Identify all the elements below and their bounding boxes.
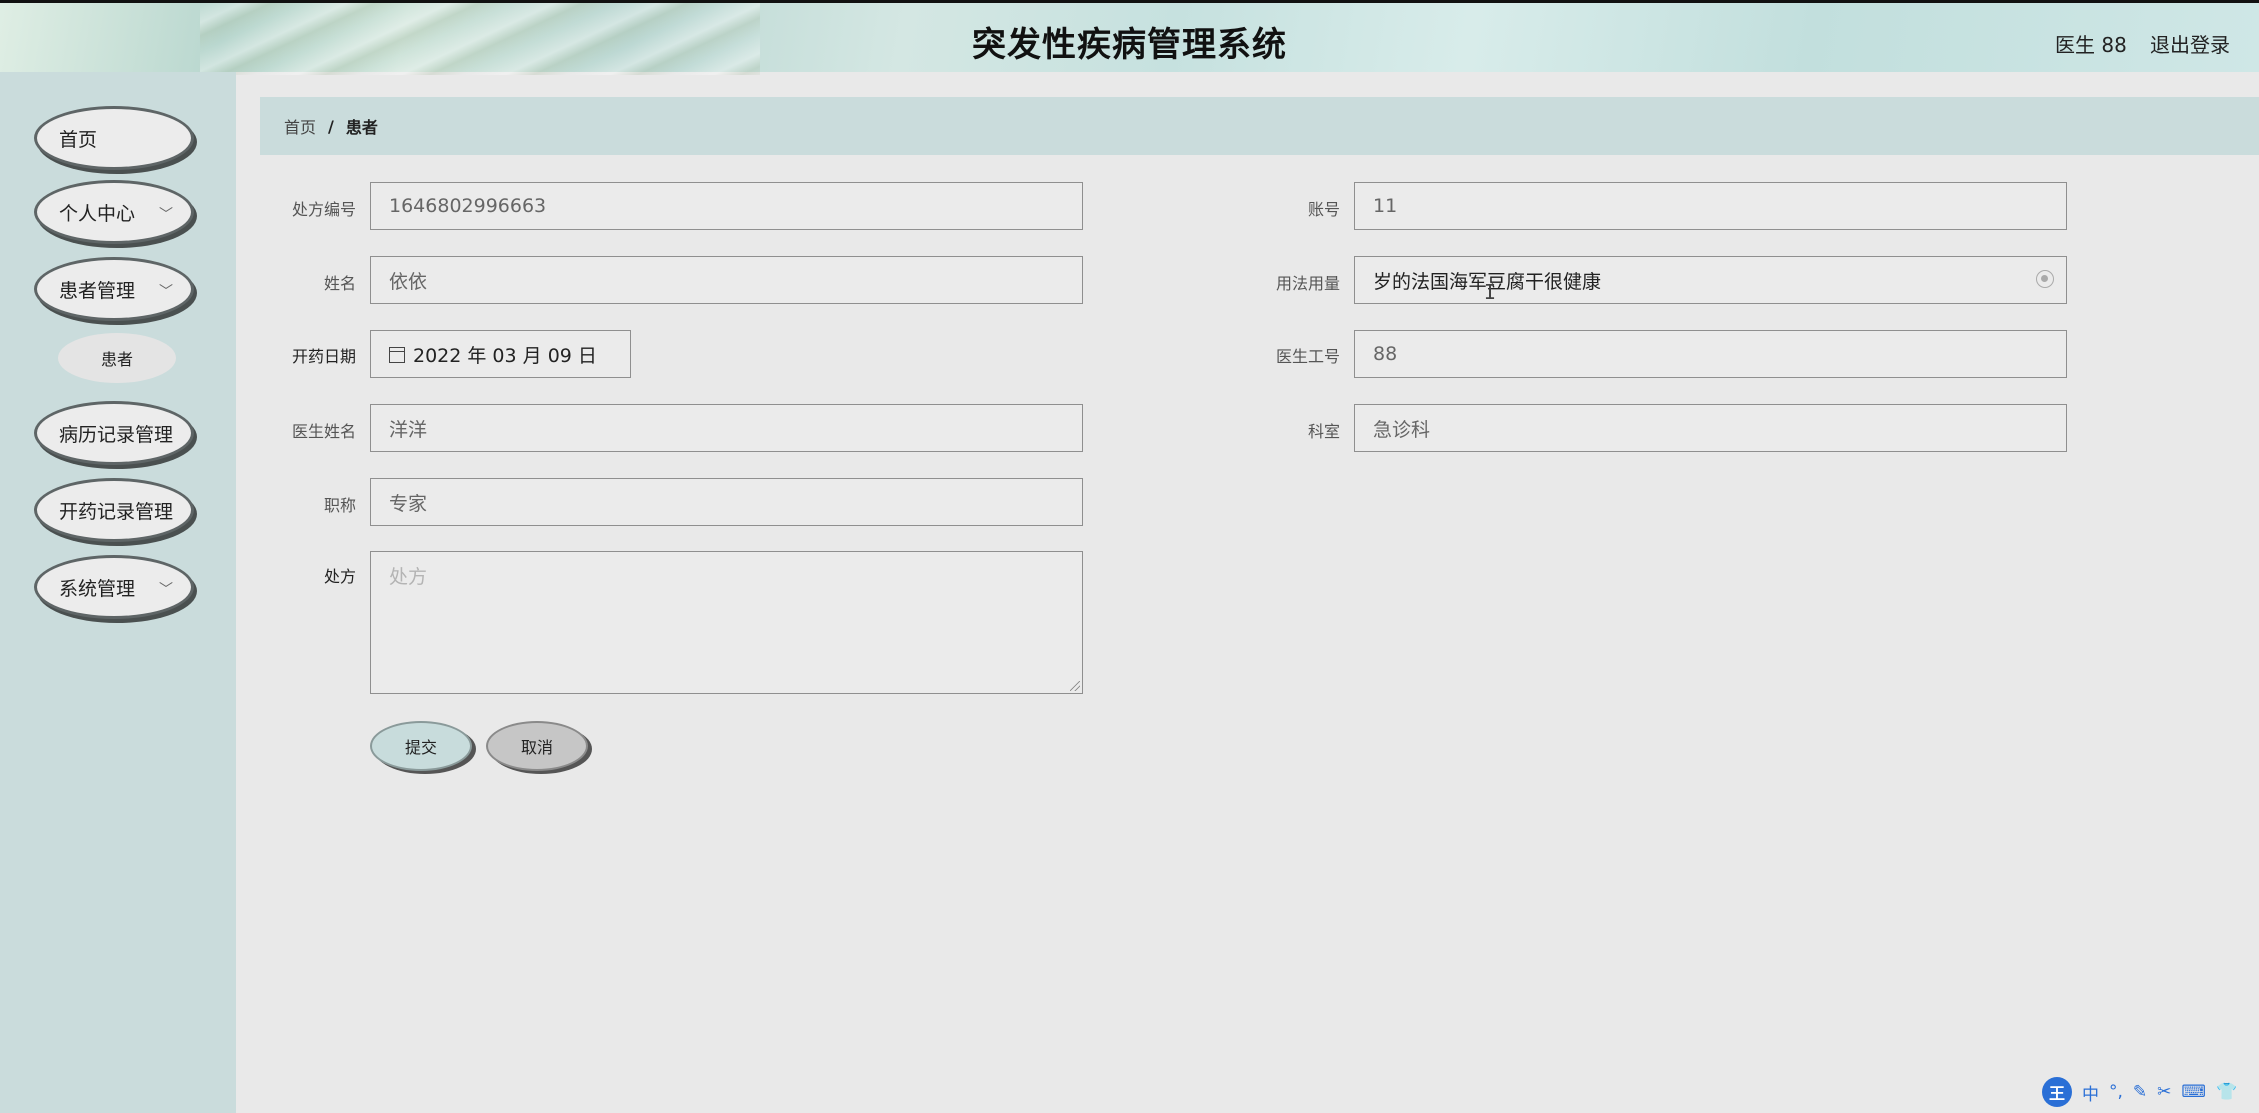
usage-field[interactable]: 岁的法国海军豆腐干很健康 <box>1354 256 2067 304</box>
ime-toolbar: 王 中 °, ✎ ✂ ⌨ 👕 <box>2042 1077 2237 1107</box>
chevron-down-icon: ﹀ <box>159 582 173 598</box>
usage-label: 用法用量 <box>1275 274 1340 293</box>
submit-button[interactable]: 提交 <box>370 721 472 771</box>
job-title-field[interactable]: 专家 <box>370 478 1083 526</box>
sidebar-item-medical-records[interactable]: 病历记录管理 <box>34 401 194 465</box>
sidebar-item-label: 患者管理 <box>59 279 136 302</box>
name-field[interactable]: 依依 <box>370 256 1083 304</box>
doctor-name-label: 医生姓名 <box>291 422 356 441</box>
date-label: 开药日期 <box>291 347 356 366</box>
breadcrumb-home[interactable]: 首页 <box>284 114 316 138</box>
prescription-no-field[interactable]: 1646802996663 <box>370 182 1083 230</box>
department-label: 科室 <box>1307 422 1340 441</box>
doctor-id-field[interactable]: 88 <box>1354 330 2067 378</box>
date-picker[interactable]: 2022 年 03 月 09 日 <box>370 330 631 378</box>
name-label: 姓名 <box>323 274 356 293</box>
breadcrumb-current: 患者 <box>345 118 378 137</box>
breadcrumb: 首页 / 患者 <box>260 97 2259 155</box>
prescription-placeholder: 处方 <box>389 566 428 588</box>
department-field[interactable]: 急诊科 <box>1354 404 2067 452</box>
sidebar-item-patient-management[interactable]: 患者管理 ﹀ <box>34 257 194 321</box>
sidebar-item-label: 首页 <box>59 128 98 151</box>
breadcrumb-separator: / <box>328 116 334 136</box>
chevron-down-icon: ﹀ <box>159 284 173 300</box>
sidebar-item-prescription-records[interactable]: 开药记录管理 <box>34 478 194 542</box>
date-value: 2022 年 03 月 09 日 <box>413 344 597 367</box>
ime-logo-icon[interactable]: 王 <box>2042 1077 2072 1107</box>
sidebar-item-label: 开药记录管理 <box>59 500 174 523</box>
scissors-icon[interactable]: ✂ <box>2157 1082 2171 1102</box>
resize-grip-icon[interactable] <box>1070 681 1080 691</box>
punctuation-icon[interactable]: °, <box>2109 1082 2123 1102</box>
doctor-name-field[interactable]: 洋洋 <box>370 404 1083 452</box>
chevron-down-icon: ﹀ <box>159 207 173 223</box>
sidebar-item-system-management[interactable]: 系统管理 ﹀ <box>34 555 194 619</box>
app-title: 突发性疾病管理系统 <box>972 25 1287 65</box>
sidebar-item-home[interactable]: 首页 <box>34 106 194 170</box>
prescription-no-label: 处方编号 <box>291 200 356 219</box>
top-header: 突发性疾病管理系统 医生 88 退出登录 <box>0 0 2259 75</box>
sidebar: 首页 个人中心 ﹀ 患者管理 ﹀ 患者 病历记录管理 开药记录管理 系统管理 ﹀ <box>0 72 236 1113</box>
sidebar-item-personal-center[interactable]: 个人中心 ﹀ <box>34 180 194 244</box>
account-label: 账号 <box>1307 200 1340 219</box>
sidebar-subitem-patient[interactable]: 患者 <box>58 333 176 383</box>
current-user: 医生 88 <box>2055 33 2127 57</box>
sidebar-item-label: 系统管理 <box>59 577 136 600</box>
prescription-label: 处方 <box>323 567 356 586</box>
calendar-icon <box>389 347 405 363</box>
job-title-label: 职称 <box>323 496 356 515</box>
logout-link[interactable]: 退出登录 <box>2150 29 2230 58</box>
account-field[interactable]: 11 <box>1354 182 2067 230</box>
sidebar-item-label: 病历记录管理 <box>59 423 174 446</box>
clear-icon[interactable] <box>2036 270 2054 288</box>
shirt-icon[interactable]: 👕 <box>2216 1082 2237 1102</box>
text-cursor-icon: I <box>1484 280 1497 304</box>
keyboard-icon[interactable]: ⌨ <box>2181 1082 2206 1102</box>
sidebar-item-label: 个人中心 <box>59 202 136 225</box>
doctor-id-label: 医生工号 <box>1275 347 1340 366</box>
cancel-button[interactable]: 取消 <box>486 721 588 771</box>
pen-icon[interactable]: ✎ <box>2133 1082 2147 1102</box>
ime-mode[interactable]: 中 <box>2082 1080 2099 1105</box>
prescription-textarea[interactable]: 处方 <box>370 551 1083 694</box>
